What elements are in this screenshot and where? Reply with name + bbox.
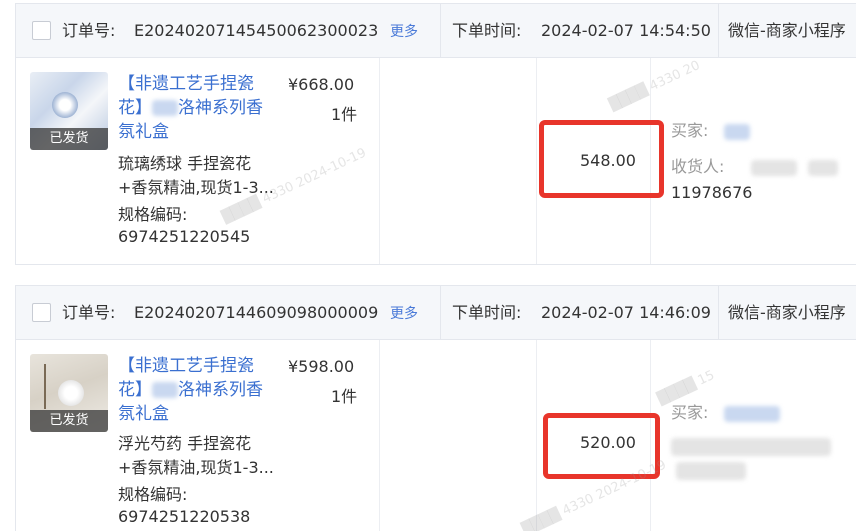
unit-price: ¥668.00 [288, 75, 355, 94]
more-link[interactable]: 更多 [390, 304, 418, 324]
status-badge: 已发货 [30, 128, 108, 150]
product-title-line: 【非遗工艺手捏瓷 [118, 356, 254, 376]
redacted-receiver [808, 160, 838, 176]
redacted-buyer [724, 406, 780, 422]
order-card: 订单号: E20240207145450062300023 更多 下单时间: 2… [15, 3, 856, 265]
column-divider [379, 340, 380, 531]
redacted-text [152, 382, 178, 398]
product-title-part: 洛神系列香 [178, 98, 263, 118]
order-time-label: 下单时间: [452, 21, 522, 40]
order-time: 2024-02-07 14:54:50 [541, 21, 711, 40]
paid-amount: 548.00 [580, 151, 636, 170]
product-spec: 浮光芍药 手捏瓷花 +香氛精油,现货1-3... [118, 432, 293, 480]
order-checkbox[interactable] [32, 303, 51, 322]
product-title-line: 花】 洛神系列香 [118, 96, 283, 120]
product-title[interactable]: 【非遗工艺手捏瓷 花】 洛神系列香 氛礼盒 [118, 354, 283, 426]
quantity: 1件 [331, 105, 358, 124]
buyer-label: 买家: [671, 121, 709, 140]
product-title-line: 花】 洛神系列香 [118, 378, 283, 402]
order-id: E20240207144609098000009 [134, 303, 379, 322]
spec-code-label: 规格编码: [118, 205, 188, 224]
product-photo-detail [44, 364, 46, 409]
more-link[interactable]: 更多 [390, 22, 418, 42]
column-divider [536, 340, 537, 531]
order-id: E20240207145450062300023 [134, 21, 379, 40]
redacted-receiver [751, 160, 797, 176]
receiver-phone: 11978676 [671, 183, 753, 202]
header-divider [440, 286, 441, 340]
watermark: ████ 4330 20 [607, 58, 703, 113]
receiver-label: 收货人: [671, 157, 725, 176]
product-title-line: 氛礼盒 [118, 122, 169, 142]
order-body: 已发货 【非遗工艺手捏瓷 花】 洛神系列香 氛礼盒 ¥598.00 1件 浮光芍药… [16, 340, 856, 531]
order-time: 2024-02-07 14:46:09 [541, 303, 711, 322]
order-no-label: 订单号: [62, 21, 116, 40]
order-header: 订单号: E20240207145450062300023 更多 下单时间: 2… [16, 4, 856, 58]
order-time-label: 下单时间: [452, 303, 522, 322]
redacted-buyer [724, 124, 750, 140]
order-no-label: 订单号: [62, 303, 116, 322]
redacted-text [152, 100, 178, 116]
product-photo [58, 380, 84, 406]
channel: 微信-商家小程序 [728, 21, 846, 40]
product-title-line: 氛礼盒 [118, 404, 169, 424]
order-checkbox[interactable] [32, 21, 51, 40]
product-title-part: 洛神系列香 [178, 380, 263, 400]
order-body: 已发货 【非遗工艺手捏瓷 花】 洛神系列香 氛礼盒 ¥668.00 1件 琉璃绣球… [16, 58, 856, 264]
spec-line: +香氛精油,现货1-3... [118, 458, 274, 477]
header-divider [718, 286, 719, 340]
order-header: 订单号: E20240207144609098000009 更多 下单时间: 2… [16, 286, 856, 340]
status-badge: 已发货 [30, 410, 108, 432]
spec-code: 6974251220538 [118, 507, 251, 526]
channel: 微信-商家小程序 [728, 303, 846, 322]
product-title[interactable]: 【非遗工艺手捏瓷 花】 洛神系列香 氛礼盒 [118, 72, 283, 144]
spec-line: 浮光芍药 手捏瓷花 [118, 434, 252, 453]
product-image[interactable]: 已发货 [30, 72, 108, 150]
spec-code: 6974251220545 [118, 227, 251, 246]
column-divider [536, 58, 537, 264]
quantity: 1件 [331, 387, 358, 406]
header-divider [718, 4, 719, 58]
product-image[interactable]: 已发货 [30, 354, 108, 432]
redacted-phone [676, 462, 746, 480]
product-title-part: 花】 [118, 98, 152, 118]
product-title-line: 【非遗工艺手捏瓷 [118, 74, 254, 94]
order-card: 订单号: E20240207144609098000009 更多 下单时间: 2… [15, 285, 856, 531]
product-photo [52, 92, 78, 118]
column-divider [379, 58, 380, 264]
spec-code-label: 规格编码: [118, 485, 188, 504]
paid-amount: 520.00 [580, 433, 636, 452]
spec-line: 琉璃绣球 手捏瓷花 [118, 154, 252, 173]
header-divider [440, 4, 441, 58]
product-title-part: 花】 [118, 380, 152, 400]
unit-price: ¥598.00 [288, 357, 355, 376]
buyer-label: 买家: [671, 403, 709, 422]
redacted-receiver [671, 438, 831, 456]
